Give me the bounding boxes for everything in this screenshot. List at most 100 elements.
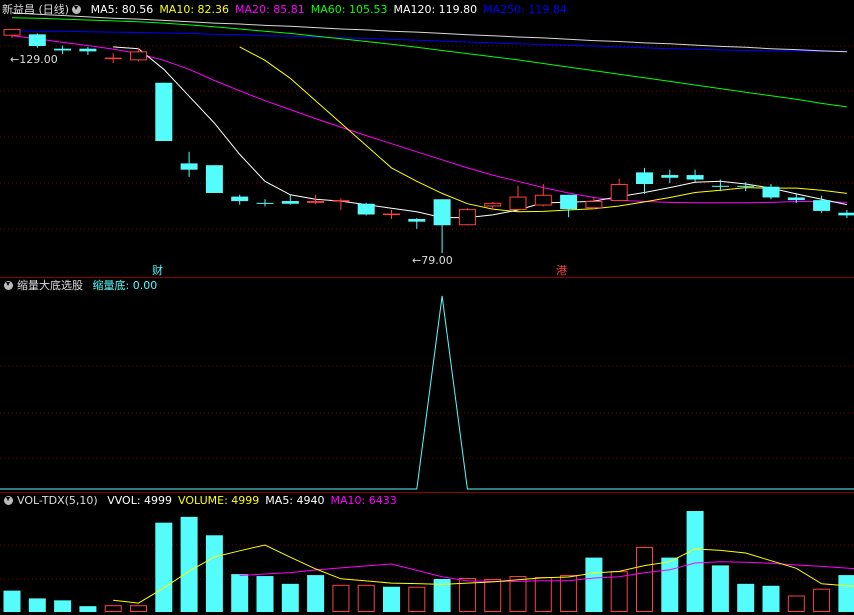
candle-body [104,57,122,60]
candle [762,184,780,200]
volume-dropdown-icon[interactable] [4,496,13,505]
candle [205,165,223,193]
volume-bar [661,557,679,612]
hk-connect-tag[interactable]: 港 [556,262,567,278]
signal-title: 缩量大底选股 [17,279,83,292]
indicator-label: VVOL: 4999 [107,494,173,507]
volume-bar [838,575,854,612]
ma-indicator-labels: MA5: 80.56 MA10: 82.36 MA20: 85.81 MA60: 10… [91,3,573,16]
candle [838,210,854,219]
candle-body [560,194,578,210]
candle [560,194,578,218]
volume-header: VOL-TDX(5,10) VVOL: 4999 VOLUME: 4999 MA5:… [0,491,409,511]
volume-bar [711,565,729,612]
candle [104,53,122,64]
candlestick-chart[interactable] [0,0,854,277]
indicator-label: MA5: 4940 [265,494,325,507]
volume-indicator-labels: VVOL: 4999 VOLUME: 4999 MA5: 4940 MA10: 643… [107,494,403,507]
indicator-label: MA10: 6433 [330,494,397,507]
signal-header: 缩量大底选股 缩量底: 0.00 [0,276,163,296]
signal-value: 缩量底: 0.00 [92,279,158,292]
candle-body [408,218,426,222]
candle [585,197,603,210]
volume-bar [54,600,72,612]
settings-dropdown-icon[interactable] [72,5,82,14]
candle [332,198,350,211]
candle-body [357,203,375,215]
candle-body [281,201,299,204]
candle-body [610,184,628,202]
candle [155,82,173,141]
candle [484,201,502,211]
volume-bar [307,575,325,612]
candle-body [661,175,679,178]
candle [661,169,679,184]
indicator-label: MA250: 119.84 [483,3,567,16]
candle [383,210,400,219]
volume-bar [813,588,831,612]
volume-title: VOL-TDX(5,10) [17,494,98,507]
volume-bar [534,577,552,612]
indicator-label: MA120: 119.80 [393,3,478,16]
volume-bar [28,598,46,612]
candle-body [307,201,325,203]
candle [256,199,274,207]
candle-body [711,185,729,187]
candle-body [54,48,72,51]
high-price-label: ←129.00 [10,53,58,66]
signal-dropdown-icon[interactable] [4,281,13,290]
volume-bar [155,522,173,612]
candle-body [256,202,274,204]
volume-bar [3,590,21,612]
candle-body [484,202,502,207]
signal-chart[interactable] [0,278,854,492]
candle-body [3,28,21,36]
volume-bar [231,574,249,612]
volume-bar [130,605,147,612]
volume-bar [79,606,97,612]
candle [231,194,249,205]
low-price-label: ←79.00 [412,254,453,267]
candle [534,184,552,207]
signal-panel: 缩量大底选股 缩量底: 0.00 [0,278,854,492]
candle-body [231,196,249,202]
candle-body [509,196,527,211]
candle [458,208,476,226]
candle-body [28,34,46,46]
volume-bar [104,605,122,612]
candle [180,151,198,177]
volume-bar [737,583,755,612]
high-price-value: 129.00 [19,53,58,66]
candle-body [79,48,97,52]
candle-body [838,212,854,216]
volume-bar [256,576,274,612]
indicator-label: VOLUME: 4999 [178,494,260,507]
volume-bar [383,586,400,612]
indicator-label: MA60: 105.53 [310,3,388,16]
candle-body [205,165,223,193]
candle-body [180,163,198,170]
candle-body [686,175,704,180]
volume-bar [762,585,780,612]
candle [509,185,527,211]
volume-bar [686,511,704,612]
volume-bar [281,583,299,612]
candle-body [534,194,552,206]
candle-body [332,200,350,202]
candle-body [636,172,653,185]
volume-bar [585,557,603,612]
candle [408,218,426,229]
candle-body [433,199,451,226]
indicator-label: MA5: 80.56 [90,3,154,16]
candle-body [383,213,400,216]
candle-body [585,201,603,209]
price-panel: 新益昌 (日线) MA5: 80.56 MA10: 82.36 MA20: 85.8… [0,0,854,277]
candle [610,178,628,202]
candle-body [787,197,805,201]
volume-chart[interactable] [0,493,854,615]
volume-bar [205,535,223,612]
volume-panel: VOL-TDX(5,10) VVOL: 4999 VOLUME: 4999 MA5:… [0,493,854,615]
volume-bar [610,571,628,612]
low-price-value: 79.00 [421,254,453,267]
volume-bar [357,584,375,613]
